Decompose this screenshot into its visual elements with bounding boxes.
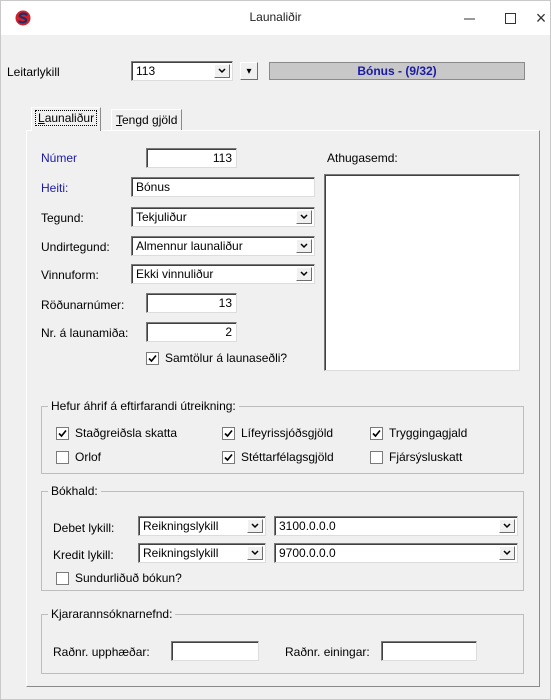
chevron-down-icon bbox=[503, 550, 511, 556]
minimize-button[interactable] bbox=[449, 1, 489, 35]
sundurlidud-checkbox[interactable]: Sundurliðuð bókun? bbox=[56, 571, 182, 585]
checkmark-icon bbox=[224, 453, 233, 461]
rodunarnumer-label: Röðunarnúmer: bbox=[41, 298, 125, 312]
upphaedar-label: Raðnr. upphæðar: bbox=[53, 645, 150, 659]
orlof-box bbox=[56, 450, 69, 464]
lifeyrissjodsgjold-label: Lífeyrissjóðsgjöld bbox=[241, 426, 334, 440]
chevron-down-icon bbox=[218, 68, 226, 74]
effects-group-title: Hefur áhrif á eftirfarandi útreikning: bbox=[48, 399, 239, 413]
vinnuform-label: Vinnuform: bbox=[41, 268, 99, 282]
lifeyrissjodsgjold-checkbox[interactable]: Lífeyrissjóðsgjöld bbox=[222, 426, 333, 440]
undirtegund-label: Undirtegund: bbox=[41, 240, 110, 254]
tab-launalidur-label: Launaliður bbox=[34, 110, 98, 126]
heiti-field[interactable]: Bónus bbox=[131, 177, 315, 197]
tab-launalidur[interactable]: Launaliður bbox=[31, 107, 102, 131]
record-status-bar: Bónus - (9/32) bbox=[269, 62, 525, 80]
tryggingagjald-checkbox[interactable]: Tryggingagjald bbox=[370, 426, 467, 440]
numer-label: Númer bbox=[41, 151, 78, 165]
heiti-label: Heiti: bbox=[41, 181, 69, 195]
debet-label: Debet lykill: bbox=[53, 521, 115, 535]
kredit-label: Kredit lykill: bbox=[53, 548, 114, 562]
stettarfelagsgjold-label: Stéttarfélagsgjöld bbox=[241, 450, 334, 464]
kredit-type-dropdown[interactable] bbox=[247, 546, 263, 560]
samtolur-checkbox[interactable]: Samtölur á launaseðli? bbox=[146, 351, 287, 365]
chevron-down-icon bbox=[251, 550, 259, 556]
chevron-down-icon bbox=[300, 271, 308, 277]
tab-tengd-gjold-label: Tengd gjöld bbox=[116, 113, 178, 127]
rodunarnumer-field[interactable]: 13 bbox=[146, 293, 237, 313]
minimize-icon bbox=[463, 18, 475, 19]
undirtegund-dropdown[interactable] bbox=[296, 239, 312, 253]
tegund-dropdown[interactable] bbox=[296, 210, 312, 224]
fjarsysluskatt-label: Fjársýsluskatt bbox=[389, 450, 463, 464]
kredit-type-value: Reikningslykill bbox=[143, 546, 219, 560]
record-nav-button[interactable]: ▾ bbox=[240, 62, 258, 80]
close-icon: × bbox=[535, 7, 547, 28]
chevron-down-icon bbox=[503, 523, 511, 529]
sundurlidud-box bbox=[56, 571, 69, 585]
tryggingagjald-label: Tryggingagjald bbox=[389, 426, 468, 440]
chevron-down-icon bbox=[300, 243, 308, 249]
stadgreidsla-checkbox[interactable]: Staðgreiðsla skatta bbox=[56, 426, 177, 440]
maximize-icon bbox=[504, 12, 516, 24]
upphaedar-field[interactable] bbox=[171, 641, 259, 661]
orlof-checkbox[interactable]: Orlof bbox=[56, 450, 101, 464]
kredit-type-select[interactable]: Reikningslykill bbox=[138, 543, 266, 563]
checkmark-icon bbox=[372, 429, 381, 437]
record-status-text: Bónus - (9/32) bbox=[357, 64, 437, 78]
tab-tengd-gjold[interactable]: Tengd gjöld bbox=[111, 109, 183, 131]
bokhald-group-title: Bókhald: bbox=[48, 484, 101, 498]
eininga-label: Raðnr. einingar: bbox=[285, 645, 370, 659]
nr-launamida-label: Nr. á launamiða: bbox=[41, 326, 129, 340]
debet-account-dropdown[interactable] bbox=[499, 519, 515, 533]
checkmark-icon bbox=[224, 429, 233, 437]
kredit-account-value: 9700.0.0.0 bbox=[279, 546, 336, 560]
stadgreidsla-label: Staðgreiðsla skatta bbox=[75, 426, 178, 440]
eininga-field[interactable] bbox=[381, 641, 477, 661]
search-key-value: 113 bbox=[136, 64, 156, 78]
search-key-combo[interactable]: 113 bbox=[131, 61, 233, 81]
stettarfelagsgjold-box bbox=[222, 450, 235, 464]
title-bar: Launaliðir × bbox=[1, 1, 550, 35]
nr-launamida-field[interactable]: 2 bbox=[146, 322, 237, 342]
checkmark-icon bbox=[148, 354, 157, 362]
sundurlidud-label: Sundurliðuð bókun? bbox=[75, 571, 182, 585]
tegund-value: Tekjuliður bbox=[136, 210, 187, 224]
close-button[interactable]: × bbox=[521, 1, 551, 35]
chevron-down-icon bbox=[251, 523, 259, 529]
stettarfelagsgjold-checkbox[interactable]: Stéttarfélagsgjöld bbox=[222, 450, 334, 464]
fjarsysluskatt-box bbox=[370, 450, 383, 464]
debet-type-select[interactable]: Reikningslykill bbox=[138, 516, 266, 536]
tegund-label: Tegund: bbox=[41, 211, 84, 225]
search-key-dropdown[interactable] bbox=[214, 64, 230, 78]
samtolur-box bbox=[146, 351, 159, 365]
undirtegund-select[interactable]: Almennur launaliður bbox=[131, 236, 315, 256]
checkmark-icon bbox=[58, 429, 67, 437]
debet-account-select[interactable]: 3100.0.0.0 bbox=[274, 516, 518, 536]
athugasemd-textarea[interactable] bbox=[324, 174, 520, 371]
undirtegund-value: Almennur launaliður bbox=[136, 239, 243, 253]
vinnuform-dropdown[interactable] bbox=[296, 267, 312, 281]
lifeyrissjodsgjold-box bbox=[222, 426, 235, 440]
debet-type-value: Reikningslykill bbox=[143, 519, 219, 533]
debet-account-value: 3100.0.0.0 bbox=[279, 519, 336, 533]
search-label: Leitarlykill bbox=[7, 65, 60, 79]
chevron-down-icon bbox=[300, 214, 308, 220]
caret-down-icon: ▾ bbox=[246, 65, 252, 77]
vinnuform-value: Ekki vinnuliður bbox=[136, 267, 214, 281]
debet-type-dropdown[interactable] bbox=[247, 519, 263, 533]
fjarsysluskatt-checkbox[interactable]: Fjársýsluskatt bbox=[370, 450, 462, 464]
stadgreidsla-box bbox=[56, 426, 69, 440]
tryggingagjald-box bbox=[370, 426, 383, 440]
kjara-group-title: Kjararannsóknarnefnd: bbox=[48, 607, 176, 621]
athugasemd-label: Athugasemd: bbox=[327, 151, 398, 165]
vinnuform-select[interactable]: Ekki vinnuliður bbox=[131, 264, 315, 284]
tegund-select[interactable]: Tekjuliður bbox=[131, 207, 315, 227]
samtolur-label: Samtölur á launaseðli? bbox=[165, 351, 288, 365]
launalidir-window: Launaliðir × Leitarlykill 113 ▾ Bónus - … bbox=[0, 0, 551, 700]
kredit-account-select[interactable]: 9700.0.0.0 bbox=[274, 543, 518, 563]
numer-field[interactable]: 113 bbox=[146, 148, 237, 168]
orlof-label: Orlof bbox=[75, 450, 102, 464]
kredit-account-dropdown[interactable] bbox=[499, 546, 515, 560]
